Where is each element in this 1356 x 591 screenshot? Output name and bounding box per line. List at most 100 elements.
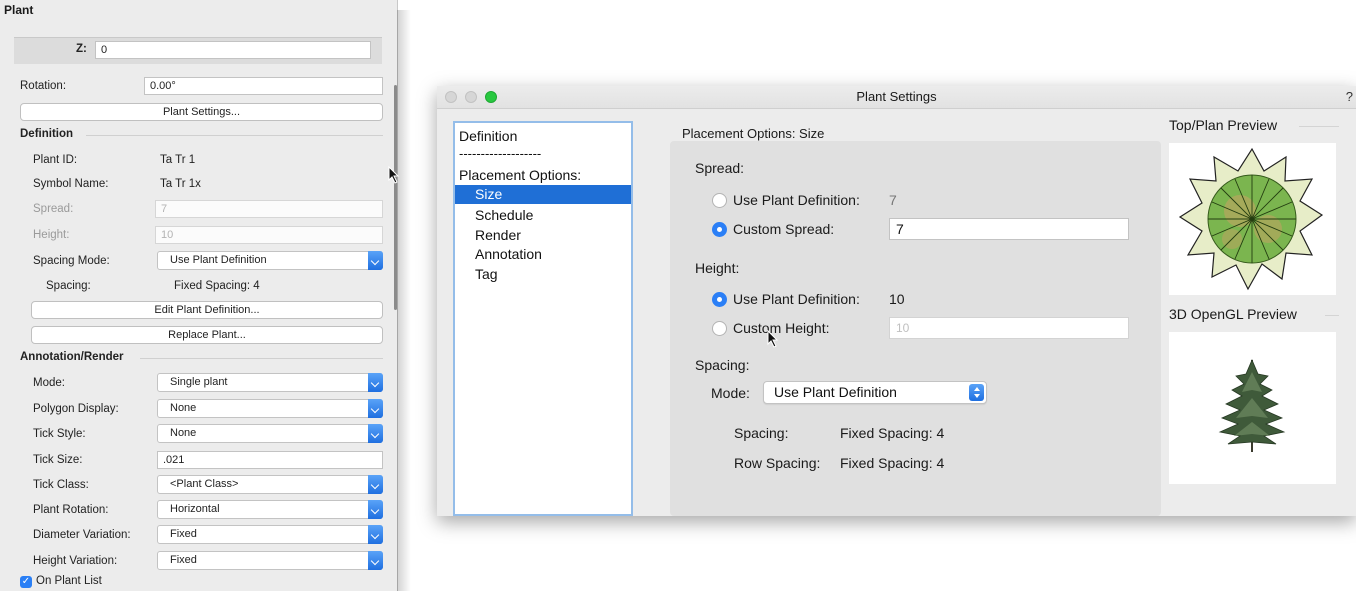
plant-settings-dialog: Plant Settings ? Definition ------------… — [437, 86, 1356, 516]
spacing-value: Fixed Spacing: 4 — [840, 425, 945, 441]
spacing-label: Spacing: — [46, 280, 91, 292]
height-use-definition-value: 10 — [889, 291, 905, 307]
spacing-mode-select[interactable]: Use Plant Definition — [157, 251, 383, 270]
plant-symbol-icon — [1178, 147, 1324, 291]
on-plant-list-checkbox[interactable]: ✓ — [20, 576, 32, 588]
height-label: Height: — [33, 229, 70, 241]
height-field: 10 — [155, 226, 383, 244]
custom-height-field: 10 — [889, 317, 1129, 339]
spacing-mode-popup[interactable]: Use Plant Definition — [763, 381, 987, 404]
height-use-definition-radio[interactable] — [712, 292, 727, 307]
mouse-pointer-icon — [388, 166, 400, 184]
plant-rotation-select[interactable]: Horizontal — [157, 500, 383, 519]
nav-item-placement-options[interactable]: Placement Options: — [459, 167, 581, 183]
on-plant-list-label: On Plant List — [36, 575, 102, 587]
divider — [140, 358, 383, 359]
z-field[interactable]: 0 — [95, 41, 371, 59]
nav-item-schedule[interactable]: Schedule — [475, 207, 533, 223]
spread-field: 7 — [155, 200, 383, 218]
symbol-name-label: Symbol Name: — [33, 178, 109, 190]
height-variation-select[interactable]: Fixed — [157, 551, 383, 570]
updown-chevron-icon — [969, 384, 984, 401]
height-use-definition-label: Use Plant Definition: — [733, 291, 860, 307]
spacing-mode-popup-value: Use Plant Definition — [774, 384, 897, 400]
custom-spread-label: Custom Spread: — [733, 221, 835, 237]
spacing-label: Spacing: — [734, 425, 789, 441]
plant-rotation-select-value: Horizontal — [170, 503, 220, 515]
chevron-down-icon — [368, 251, 383, 270]
spacing-mode-label: Mode: — [711, 385, 750, 401]
spacing-value: Fixed Spacing: 4 — [174, 280, 260, 292]
spread-use-definition-radio[interactable] — [712, 193, 727, 208]
nav-divider: ------------------- — [459, 146, 542, 161]
edit-plant-definition-button[interactable]: Edit Plant Definition... — [31, 301, 383, 319]
palette-shadow — [397, 10, 411, 591]
polygon-display-label: Polygon Display: — [33, 403, 119, 415]
spread-heading: Spread: — [695, 160, 745, 176]
divider — [1325, 315, 1339, 316]
tick-size-field[interactable]: .021 — [157, 451, 383, 469]
object-info-palette: Plant Z: 0 Rotation: 0.00° Plant Setting… — [0, 0, 398, 591]
tick-style-select[interactable]: None — [157, 424, 383, 443]
chevron-down-icon — [368, 551, 383, 570]
height-variation-select-value: Fixed — [170, 554, 197, 566]
spacing-heading: Spacing: — [695, 357, 750, 373]
nav-item-render[interactable]: Render — [475, 227, 521, 243]
height-variation-label: Height Variation: — [33, 555, 118, 567]
nav-item-definition[interactable]: Definition — [459, 128, 517, 144]
row-spacing-value: Fixed Spacing: 4 — [840, 455, 945, 471]
custom-spread-field[interactable]: 7 — [889, 218, 1129, 240]
symbol-name-value: Ta Tr 1x — [160, 178, 201, 190]
polygon-display-select[interactable]: None — [157, 399, 383, 418]
spread-label: Spread: — [33, 203, 74, 215]
definition-section-title: Definition — [20, 128, 74, 140]
spread-use-definition-value: 7 — [889, 192, 897, 208]
opengl-preview — [1169, 332, 1336, 484]
diameter-variation-select-value: Fixed — [170, 528, 197, 540]
rotation-label: Rotation: — [20, 80, 67, 92]
replace-plant-button[interactable]: Replace Plant... — [31, 326, 383, 344]
diameter-variation-select[interactable]: Fixed — [157, 525, 383, 544]
title-bar: Plant Settings ? — [437, 86, 1356, 109]
category-list: Definition ------------------- Placement… — [453, 121, 633, 516]
mouse-pointer-icon — [767, 330, 779, 348]
annotation-section-title: Annotation/Render — [20, 351, 124, 363]
plant-rotation-label: Plant Rotation: — [33, 504, 109, 516]
mode-select-value: Single plant — [170, 376, 228, 388]
help-button[interactable]: ? — [1346, 86, 1353, 108]
height-heading: Height: — [695, 260, 740, 276]
checkmark-icon: ✓ — [21, 576, 31, 587]
spacing-mode-label: Spacing Mode: — [33, 255, 110, 267]
top-plan-preview-title: Top/Plan Preview — [1169, 117, 1278, 133]
custom-height-radio[interactable] — [712, 321, 727, 336]
chevron-down-icon — [368, 500, 383, 519]
custom-spread-radio[interactable] — [712, 222, 727, 237]
chevron-down-icon — [368, 525, 383, 544]
spread-use-definition-label: Use Plant Definition: — [733, 192, 860, 208]
nav-item-size[interactable]: Size — [455, 185, 631, 204]
chevron-down-icon — [368, 475, 383, 494]
nav-item-annotation[interactable]: Annotation — [475, 246, 542, 262]
top-plan-preview — [1169, 143, 1336, 295]
page-heading: Placement Options: Size — [682, 126, 825, 141]
row-spacing-label: Row Spacing: — [734, 455, 821, 471]
custom-height-label: Custom Height: — [733, 320, 830, 336]
tick-class-select[interactable]: <Plant Class> — [157, 475, 383, 494]
z-label: Z: — [76, 43, 87, 55]
nav-item-tag[interactable]: Tag — [475, 266, 498, 282]
mode-select[interactable]: Single plant — [157, 373, 383, 392]
spacing-mode-select-value: Use Plant Definition — [170, 254, 267, 266]
plant-id-value: Ta Tr 1 — [160, 154, 196, 166]
divider — [86, 135, 383, 136]
rotation-field[interactable]: 0.00° — [144, 77, 383, 95]
opengl-preview-title: 3D OpenGL Preview — [1169, 306, 1297, 322]
dialog-title: Plant Settings — [856, 89, 937, 104]
chevron-down-icon — [368, 399, 383, 418]
conifer-tree-icon — [1218, 358, 1286, 452]
chevron-down-icon — [368, 373, 383, 392]
palette-title: Plant — [4, 3, 34, 17]
tick-style-label: Tick Style: — [33, 428, 86, 440]
plant-settings-button[interactable]: Plant Settings... — [20, 103, 383, 121]
chevron-down-icon — [368, 424, 383, 443]
tick-class-select-value: <Plant Class> — [170, 478, 239, 490]
